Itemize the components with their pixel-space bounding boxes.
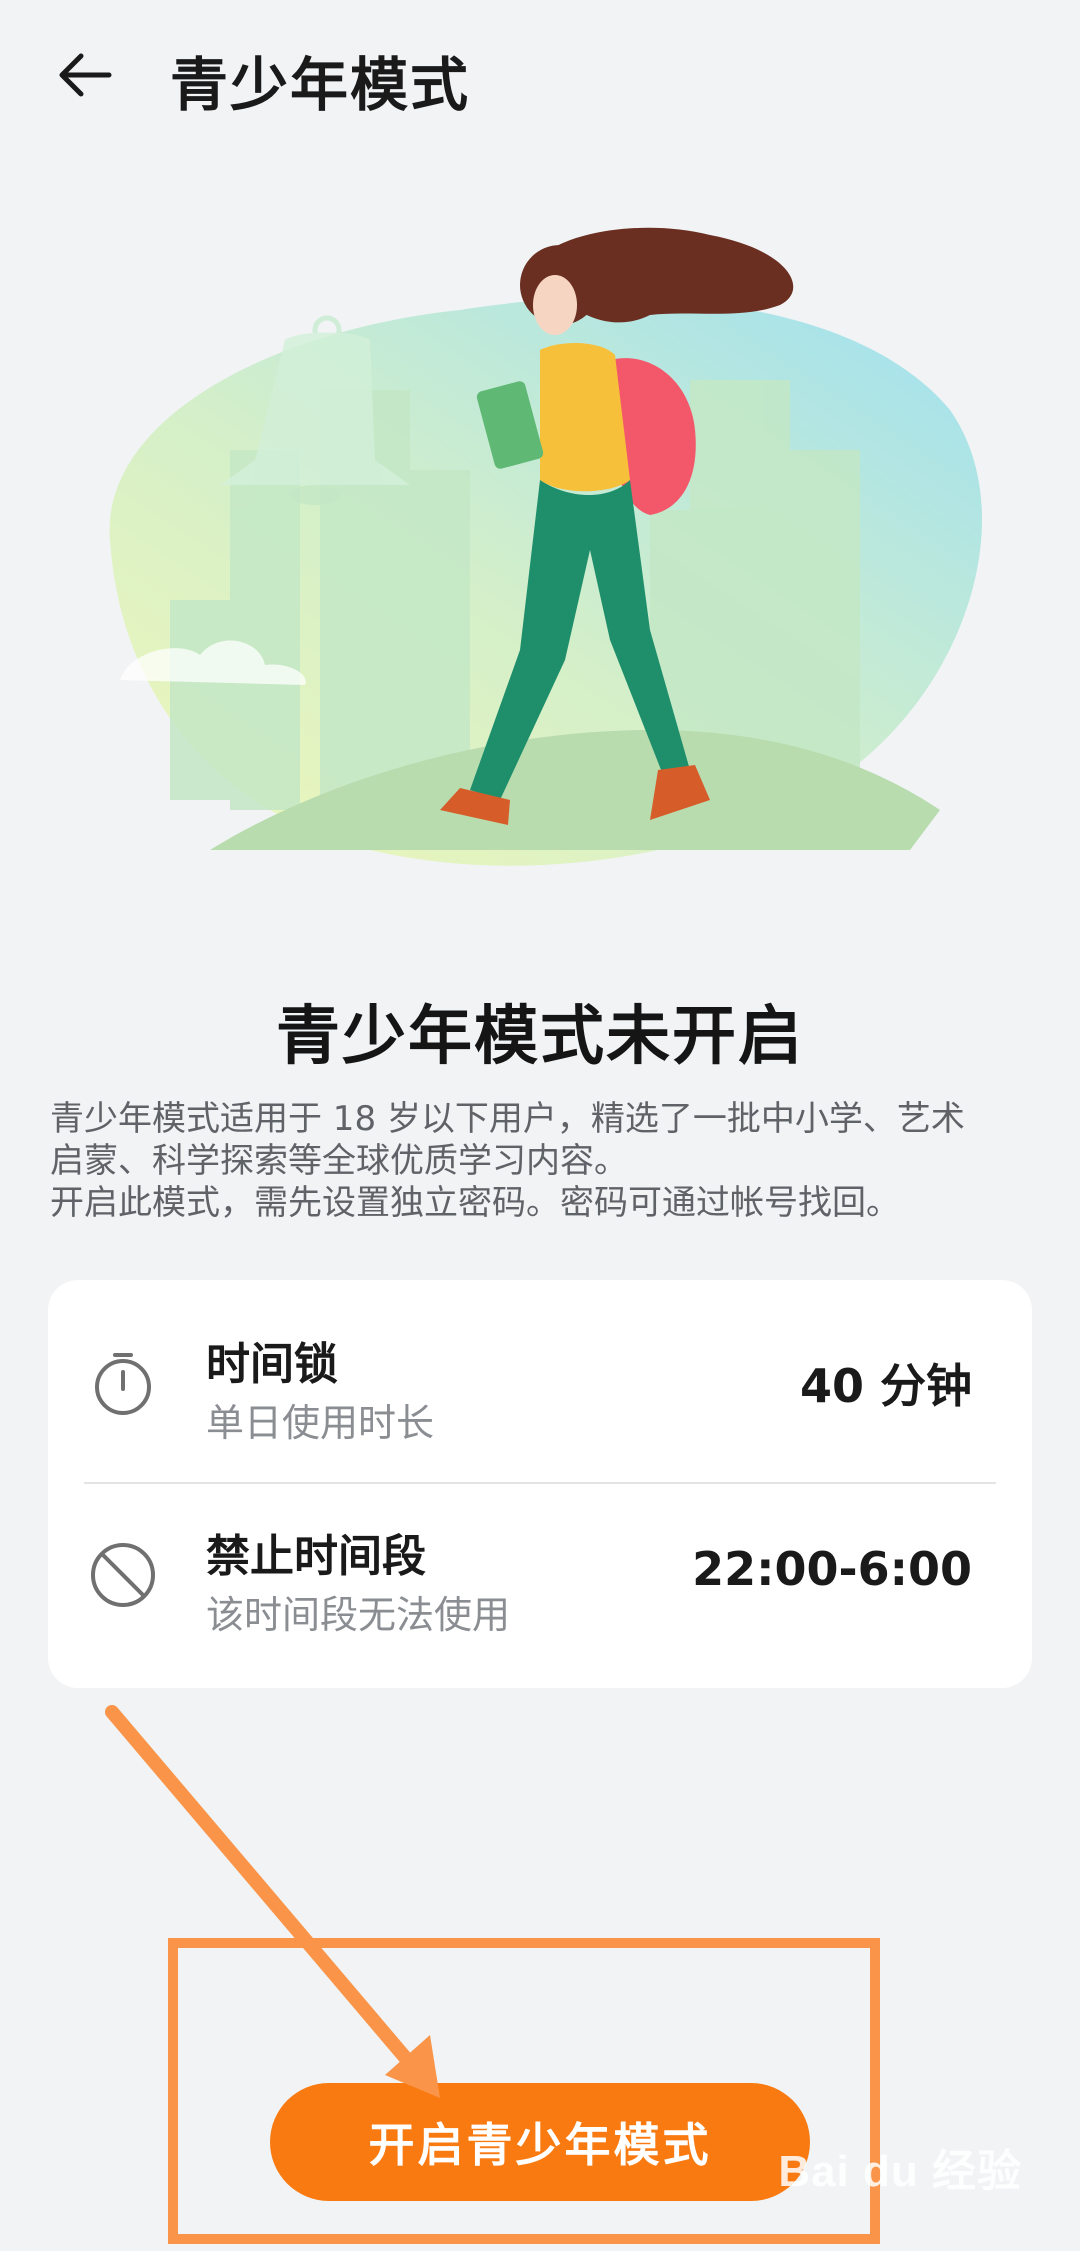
time-lock-subtitle: 单日使用时长	[206, 1401, 435, 1445]
mode-description: 青少年模式适用于 18 岁以下用户，精选了一批中小学、艺术 启蒙、科学探索等全球…	[50, 1098, 1040, 1224]
status-title: 青少年模式未开启	[276, 1000, 804, 1074]
description-line: 开启此模式，需先设置独立密码。密码可通过帐号找回。	[50, 1183, 900, 1223]
time-lock-row[interactable]: 时间锁 单日使用时长 40 分钟	[48, 1288, 1032, 1478]
forbidden-period-title: 禁止时间段	[206, 1531, 426, 1582]
hero-illustration	[109, 227, 982, 866]
forbidden-period-row[interactable]: 禁止时间段 该时间段无法使用 22:00-6:00	[48, 1480, 1032, 1670]
forbidden-icon	[91, 1543, 155, 1607]
forbidden-period-value: 22:00-6:00	[692, 1542, 972, 1596]
arrow-left-icon	[59, 53, 112, 97]
page-title: 青少年模式	[170, 51, 471, 119]
baidu-watermark: Bai du 经验	[778, 2147, 1022, 2196]
time-lock-title: 时间锁	[206, 1339, 338, 1390]
description-line: 启蒙、科学探索等全球优质学习内容。	[50, 1141, 628, 1181]
timer-icon	[95, 1353, 151, 1415]
back-button[interactable]	[40, 30, 130, 120]
header: 青少年模式	[0, 0, 1080, 150]
forbidden-period-subtitle: 该时间段无法使用	[206, 1593, 511, 1637]
description-line: 青少年模式适用于 18 岁以下用户，精选了一批中小学、艺术	[50, 1099, 965, 1139]
settings-card: 时间锁 单日使用时长 40 分钟 禁止时间段 该时间段无法使用 22:00-6:…	[48, 1280, 1032, 1688]
annotation-highlight-box	[168, 1938, 880, 2244]
time-lock-value: 40 分钟	[799, 1359, 972, 1413]
